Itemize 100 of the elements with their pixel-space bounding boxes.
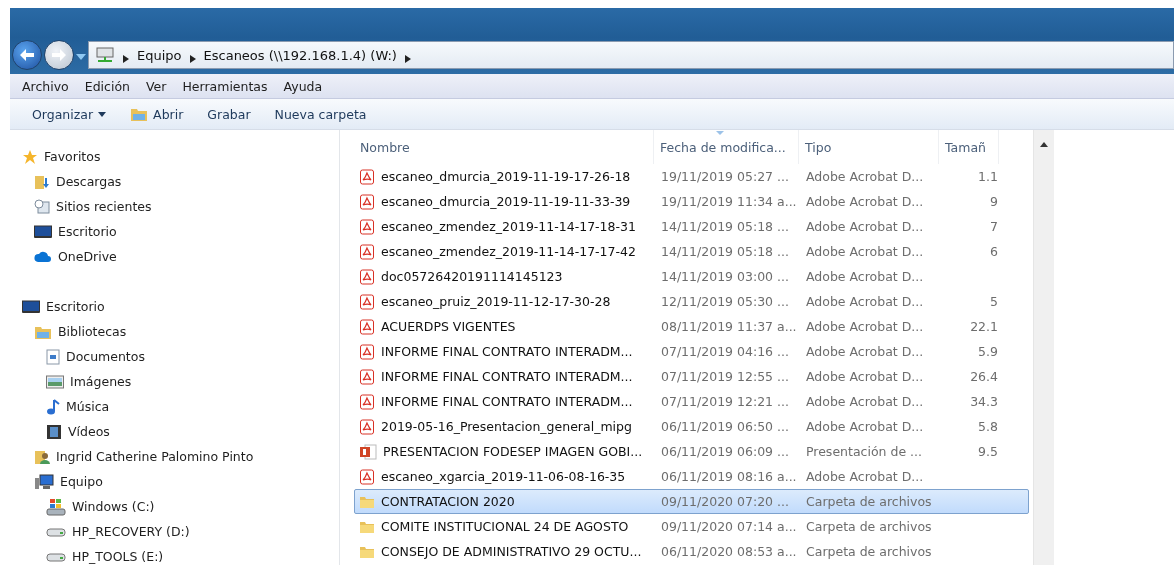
toolbar-button[interactable]: Grabar [199,103,259,125]
size-cell-text: 26.4 [969,369,999,384]
column-header[interactable]: Nombre [354,130,654,164]
file-row[interactable]: ACUERDPS VIGENTES 08/11/2019 11:37 a... Adobe Acrobat D... 22.1 [354,314,1029,339]
type-cell-text: Adobe Acrobat D... [805,294,925,309]
menu-item[interactable]: Edición [78,76,136,96]
size-cell-text: 5.9 [977,344,999,359]
address-bar[interactable]: Equipo Escaneos (\\192.168.1.4) (W:) [88,41,1174,69]
file-name: COMITE INSTITUCIONAL 24 DE AGOSTO [381,519,629,534]
picture-icon [46,374,64,389]
scroll-up-icon[interactable] [1040,142,1048,147]
tree-item[interactable]: Bibliotecas [58,324,127,339]
tree-item[interactable]: Escritorio [46,299,105,314]
tree-item[interactable]: Favoritos [44,149,101,164]
caret-icon [76,53,86,61]
pdf-file-icon [359,468,375,485]
cloud-icon [34,250,52,263]
menu-item[interactable]: Archivo [16,76,75,96]
tree-item[interactable]: OneDrive [58,249,117,264]
menu-item[interactable]: Herramientas [176,76,274,96]
tree-item[interactable]: Música [66,399,110,414]
drive-icon [46,551,66,562]
file-name: escaneo_zmendez_2019-11-14-17-18-31 [381,219,636,234]
back-button[interactable] [12,40,42,70]
file-row[interactable]: CONTRATACION 2020 09/11/2020 07:20 ... Carpeta de archivos [354,489,1029,514]
file-name: CONSEJO DE ADMINISTRATIVO 29 OCTU... [381,544,642,559]
file-row[interactable]: doc05726420191114145123 14/11/2019 03:00 ... Adobe Acrobat D... [354,264,1029,289]
column-header[interactable]: Fecha de modifica... [654,130,799,164]
date-cell-text: 14/11/2019 05:18 ... [660,244,790,259]
file-row[interactable]: escaneo_pruiz_2019-11-12-17-30-28 12/11/2019 05:30 ... Adobe Acrobat D... 5 [354,289,1029,314]
file-name: doc05726420191114145123 [381,269,563,284]
tree-item[interactable]: HP_RECOVERY (D:) [72,524,190,539]
type-cell-text: Presentación de ... [805,444,923,459]
tree-item[interactable]: Ingrid Catherine Palomino Pinto [56,449,254,464]
file-row[interactable]: COMITE INSTITUCIONAL 24 DE AGOSTO 09/11/2020 07:14 a... Carpeta de archivos [354,514,1029,539]
tree-item[interactable]: Descargas [56,174,122,189]
pdf-file-icon [359,393,375,410]
file-name: escaneo_xgarcia_2019-11-06-08-16-35 [381,469,626,484]
date-cell-text: 09/11/2020 07:20 ... [660,494,790,509]
scrollbar[interactable] [1033,130,1054,565]
file-row[interactable]: INFORME FINAL CONTRATO INTERADM... 07/11/2019 12:21 ... Adobe Acrobat D... 34.3 [354,389,1029,414]
menu-item[interactable]: Ayuda [277,76,329,96]
type-cell-text: Adobe Acrobat D... [805,194,925,209]
breadcrumb[interactable]: Equipo [137,47,182,63]
type-cell-text: Carpeta de archivos [805,544,933,559]
type-cell-text: Adobe Acrobat D... [805,469,925,484]
tree-item[interactable]: Equipo [60,474,103,489]
file-row[interactable]: CONSEJO DE ADMINISTRATIVO 29 OCTU... 06/11/2020 08:53 a... Carpeta de archivos [354,539,1029,564]
date-cell-text: 08/11/2019 11:37 a... [660,319,798,334]
desktop-icon [34,224,52,239]
menu-item[interactable]: Ver [139,76,173,96]
toolbar-button[interactable]: Nueva carpeta [266,103,375,125]
desktop-icon [22,299,40,314]
date-cell-text: 19/11/2019 11:34 a... [660,194,798,209]
type-cell-text: Adobe Acrobat D... [805,394,925,409]
type-cell-text: Adobe Acrobat D... [805,269,925,284]
type-cell-text: Adobe Acrobat D... [805,319,925,334]
file-row[interactable]: PRESENTACION FODESEP IMAGEN GOBI... 06/11/2019 06:09 ... Presentación de ... 9.5 [354,439,1029,464]
type-cell-text: Adobe Acrobat D... [805,169,925,184]
file-row[interactable]: INFORME FINAL CONTRATO INTERADM... 07/11/2019 04:16 ... Adobe Acrobat D... 5.9 [354,339,1029,364]
organize-menu-button[interactable]: Organizar [24,103,115,125]
file-name: INFORME FINAL CONTRATO INTERADM... [381,344,633,359]
column-header[interactable]: Tamañ [939,130,999,164]
date-cell-text: 07/11/2019 12:55 ... [660,369,790,384]
film-icon [46,423,62,440]
tree-item[interactable]: Documentos [66,349,145,364]
drive-icon [46,526,66,537]
forward-button[interactable] [44,40,74,70]
pdf-file-icon [359,218,375,235]
pdf-file-icon [359,343,375,360]
pdf-file-icon [359,318,375,335]
tree-item[interactable]: HP_TOOLS (E:) [72,549,164,564]
file-row[interactable]: escaneo_xgarcia_2019-11-06-08-16-35 06/11/2019 08:16 a... Adobe Acrobat D... [354,464,1029,489]
tree-item[interactable]: Sitios recientes [56,199,152,214]
tree-item[interactable]: Imágenes [70,374,132,389]
tree-item[interactable]: Windows (C:) [72,499,155,514]
open-button[interactable]: Abrir [122,103,192,125]
file-row[interactable]: 2019-05-16_Presentacion_general_mipg 06/11/2019 06:50 ... Adobe Acrobat D... 5.8 [354,414,1029,439]
date-cell-text: 09/11/2020 07:14 a... [660,519,798,534]
pdf-file-icon [359,418,375,435]
tree-item[interactable]: Escritorio [58,224,117,239]
file-name: escaneo_pruiz_2019-11-12-17-30-28 [381,294,611,309]
column-header[interactable]: Tipo [799,130,939,164]
pdf-file-icon [359,268,375,285]
date-cell-text: 06/11/2019 08:16 a... [660,469,798,484]
size-cell-text: 5 [989,294,999,309]
file-row[interactable]: escaneo_dmurcia_2019-11-19-17-26-18 19/11/2019 05:27 ... Adobe Acrobat D... 1.1 [354,164,1029,189]
forward-arrow-icon [51,48,67,62]
file-row[interactable]: INFORME FINAL CONTRATO INTERADM... 07/11/2019 12:55 ... Adobe Acrobat D... 26.4 [354,364,1029,389]
file-name: PRESENTACION FODESEP IMAGEN GOBI... [383,444,643,459]
file-row[interactable]: escaneo_zmendez_2019-11-14-17-18-31 14/11/2019 05:18 ... Adobe Acrobat D... 7 [354,214,1029,239]
file-row[interactable]: escaneo_zmendez_2019-11-14-17-17-42 14/11/2019 05:18 ... Adobe Acrobat D... 6 [354,239,1029,264]
caret-icon [98,111,107,117]
pdf-file-icon [359,193,375,210]
network-drive-icon [95,47,115,63]
tree-item[interactable]: Vídeos [68,424,110,439]
file-row[interactable]: escaneo_dmurcia_2019-11-19-11-33-39 19/11/2019 11:34 a... Adobe Acrobat D... 9 [354,189,1029,214]
size-cell-text: 1.1 [977,169,999,184]
breadcrumb[interactable]: Escaneos (\\192.168.1.4) (W:) [203,47,397,63]
library-folder-icon [130,106,149,122]
